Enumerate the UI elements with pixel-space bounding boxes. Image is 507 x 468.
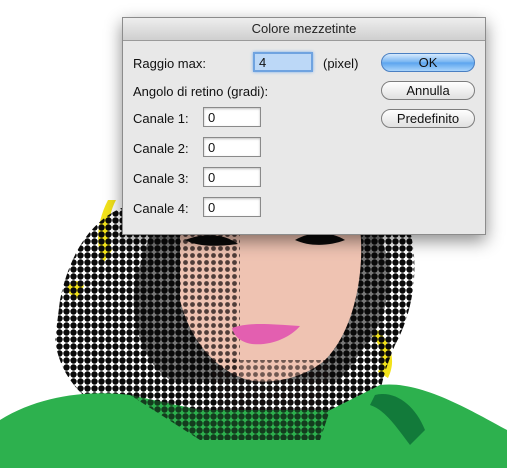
channel-3-label: Canale 3: (133, 171, 189, 186)
channel-1-label: Canale 1: (133, 111, 189, 126)
cancel-button[interactable]: Annulla (381, 81, 475, 100)
unit-label: (pixel) (323, 56, 359, 71)
channel-4-input[interactable] (203, 197, 261, 217)
channel-1-input[interactable] (203, 107, 261, 127)
max-radius-input[interactable] (253, 52, 313, 72)
channel-3-input[interactable] (203, 167, 261, 187)
channel-4-label: Canale 4: (133, 201, 189, 216)
dialog-title: Colore mezzetinte (123, 18, 485, 41)
max-radius-label: Raggio max: (133, 56, 206, 71)
halftone-dialog: Colore mezzetinte Raggio max: (pixel) An… (122, 17, 486, 235)
screen-angles-label: Angolo di retino (gradi): (133, 84, 269, 99)
channel-2-input[interactable] (203, 137, 261, 157)
ok-button[interactable]: OK (381, 53, 475, 72)
default-button[interactable]: Predefinito (381, 109, 475, 128)
channel-2-label: Canale 2: (133, 141, 189, 156)
